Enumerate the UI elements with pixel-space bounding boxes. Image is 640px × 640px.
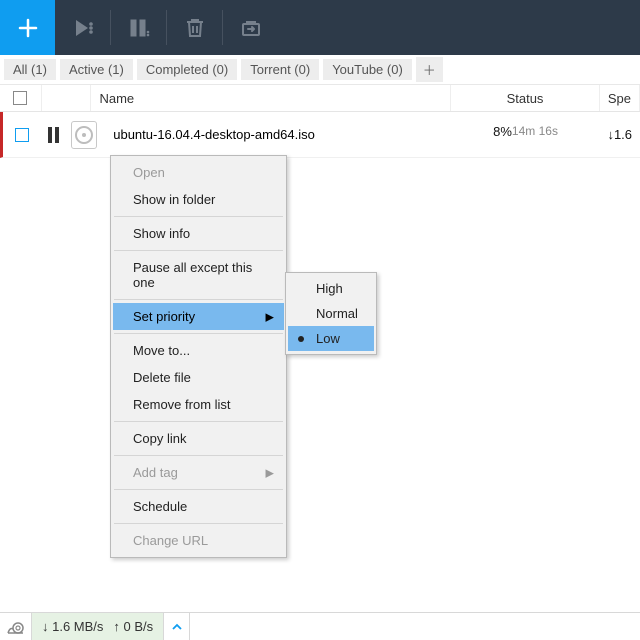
menu-show-in-folder[interactable]: Show in folder <box>113 186 284 213</box>
priority-low-label: Low <box>316 331 340 346</box>
row-checkbox[interactable] <box>15 128 29 142</box>
file-type-icon <box>71 121 97 149</box>
separator <box>114 216 283 217</box>
snail-mode-icon[interactable] <box>0 613 32 640</box>
menu-move-to[interactable]: Move to... <box>113 337 284 364</box>
filter-bar: All (1) Active (1) Completed (0) Torrent… <box>0 55 640 85</box>
eta-label: 14m 16s <box>512 124 558 139</box>
chevron-right-icon: ▶ <box>266 466 274 479</box>
pause-button[interactable] <box>111 0 166 55</box>
file-name: ubuntu-16.04.4-desktop-amd64.iso <box>105 112 451 157</box>
priority-low[interactable]: Low <box>288 326 374 351</box>
list-header: Name Status Spe <box>0 85 640 112</box>
separator <box>114 333 283 334</box>
status-bar: ↓ 1.6 MB/s ↑ 0 B/s <box>0 612 640 640</box>
filter-active[interactable]: Active (1) <box>60 59 133 80</box>
menu-schedule[interactable]: Schedule <box>113 493 284 520</box>
delete-button[interactable] <box>167 0 222 55</box>
bullet-icon <box>298 336 304 342</box>
download-rate: ↓ 1.6 MB/s <box>42 619 103 634</box>
filter-youtube[interactable]: YouTube (0) <box>323 59 412 80</box>
priority-normal[interactable]: Normal <box>288 301 374 326</box>
separator <box>114 455 283 456</box>
menu-set-priority[interactable]: Set priority ▶ <box>113 303 284 330</box>
menu-set-priority-label: Set priority <box>133 309 195 324</box>
menu-add-tag[interactable]: Add tag ▶ <box>113 459 284 486</box>
separator <box>114 299 283 300</box>
collapse-status-icon[interactable] <box>164 613 190 640</box>
main-toolbar <box>0 0 640 55</box>
header-checkbox-cell[interactable] <box>0 85 42 111</box>
separator <box>114 523 283 524</box>
add-button[interactable] <box>0 0 55 55</box>
status-cell: 8% 14m 16s <box>452 112 600 157</box>
filter-torrent[interactable]: Torrent (0) <box>241 59 319 80</box>
pause-icon <box>48 127 59 143</box>
menu-copy-link[interactable]: Copy link <box>113 425 284 452</box>
header-name[interactable]: Name <box>91 85 451 111</box>
download-row[interactable]: ubuntu-16.04.4-desktop-amd64.iso 8% 14m … <box>0 112 640 158</box>
filter-add[interactable]: ＋ <box>416 57 443 82</box>
separator <box>114 250 283 251</box>
menu-remove[interactable]: Remove from list <box>113 391 284 418</box>
filter-completed[interactable]: Completed (0) <box>137 59 237 80</box>
upload-rate: ↑ 0 B/s <box>113 619 153 634</box>
menu-add-tag-label: Add tag <box>133 465 178 480</box>
header-status[interactable]: Status <box>451 85 600 111</box>
menu-change-url[interactable]: Change URL <box>113 527 284 554</box>
menu-show-info[interactable]: Show info <box>113 220 284 247</box>
separator <box>114 421 283 422</box>
priority-high[interactable]: High <box>288 276 374 301</box>
menu-pause-except[interactable]: Pause all except this one <box>113 254 284 296</box>
filter-all[interactable]: All (1) <box>4 59 56 80</box>
percent-label: 8% <box>493 124 512 139</box>
menu-delete-file[interactable]: Delete file <box>113 364 284 391</box>
transfer-rates[interactable]: ↓ 1.6 MB/s ↑ 0 B/s <box>32 613 164 640</box>
context-menu: Open Show in folder Show info Pause all … <box>110 155 287 558</box>
header-icon-cell <box>42 85 92 111</box>
menu-open[interactable]: Open <box>113 159 284 186</box>
chevron-right-icon: ▶ <box>266 310 274 323</box>
separator <box>114 489 283 490</box>
header-speed[interactable]: Spe <box>600 85 640 111</box>
select-all-checkbox[interactable] <box>13 91 27 105</box>
play-button[interactable] <box>55 0 110 55</box>
priority-submenu: High Normal Low <box>285 272 377 355</box>
move-button[interactable] <box>223 0 278 55</box>
speed-label: ↓1.6 <box>607 127 632 142</box>
